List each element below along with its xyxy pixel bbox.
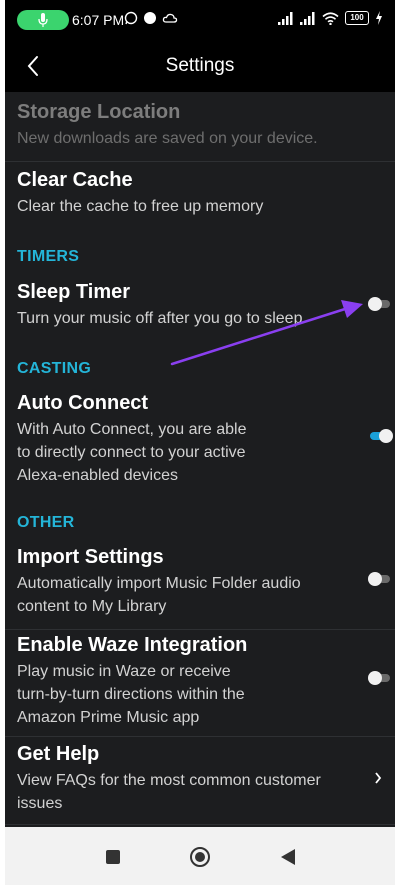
navigation-bar [5,827,395,885]
home-circle-icon [190,847,210,867]
home-button[interactable] [187,844,213,870]
screen-frame: 6:07 PM 100 Settings Storage Location Ne… [0,0,400,885]
back-nav-button[interactable] [275,844,301,870]
square-icon [106,850,120,864]
annotation-arrow [170,300,363,366]
back-triangle-icon [281,849,295,865]
app-window: 6:07 PM 100 Settings Storage Location Ne… [5,0,395,885]
recents-button[interactable] [100,844,126,870]
